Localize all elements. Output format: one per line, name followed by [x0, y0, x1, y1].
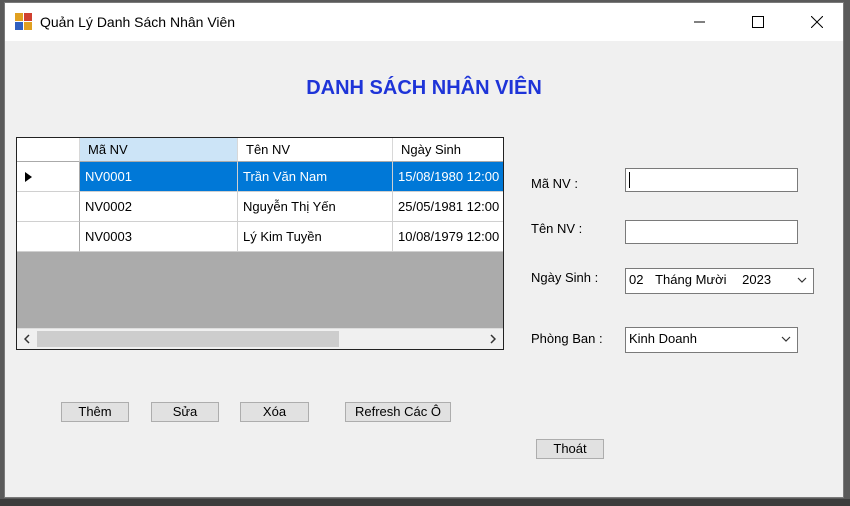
- close-button[interactable]: [794, 3, 840, 41]
- table-row[interactable]: NV0003 Lý Kim Tuyền 10/08/1979 12:00: [17, 222, 503, 252]
- ngay-sinh-label: Ngày Sinh :: [531, 270, 599, 285]
- grid-corner-header: [17, 138, 80, 162]
- cell-ngay[interactable]: 10/08/1979 12:00: [393, 222, 503, 252]
- cell-ten[interactable]: Lý Kim Tuyền: [238, 222, 393, 252]
- date-month[interactable]: Tháng Mười: [655, 272, 726, 287]
- scroll-right-button[interactable]: [484, 330, 502, 348]
- minimize-button[interactable]: [677, 3, 723, 41]
- refresh-button[interactable]: Refresh Các Ô: [345, 402, 451, 422]
- cell-ma[interactable]: NV0001: [80, 162, 238, 192]
- ten-nv-label: Tên NV :: [531, 221, 583, 236]
- xoa-button[interactable]: Xóa: [240, 402, 309, 422]
- column-header-ngay[interactable]: Ngày Sinh: [393, 138, 503, 162]
- maximize-button[interactable]: [735, 3, 781, 41]
- row-header[interactable]: [17, 222, 80, 252]
- page-heading: DANH SÁCH NHÂN VIÊN: [306, 77, 542, 99]
- desktop-background-strip: [0, 499, 850, 506]
- cell-ten[interactable]: Trần Văn Nam: [238, 162, 393, 192]
- cell-ten[interactable]: Nguyễn Thị Yến: [238, 192, 393, 222]
- scroll-thumb[interactable]: [37, 331, 339, 347]
- chevron-down-icon[interactable]: [779, 328, 793, 350]
- thoat-button[interactable]: Thoát: [536, 439, 604, 459]
- row-pointer-icon: [25, 172, 32, 182]
- form-app-icon: [15, 13, 32, 30]
- row-header[interactable]: [17, 162, 80, 192]
- ten-nv-input[interactable]: [625, 220, 798, 244]
- employee-grid[interactable]: Mã NV Tên NV Ngày Sinh NV0001 Trần Văn N…: [16, 137, 504, 350]
- column-header-ten[interactable]: Tên NV: [238, 138, 393, 162]
- ma-nv-label: Mã NV :: [531, 176, 578, 191]
- them-button[interactable]: Thêm: [61, 402, 129, 422]
- ngay-sinh-datepicker[interactable]: 02 Tháng Mười 2023: [625, 268, 814, 294]
- row-header[interactable]: [17, 192, 80, 222]
- maximize-icon: [752, 16, 764, 28]
- ma-nv-input[interactable]: [625, 168, 798, 192]
- cell-ma[interactable]: NV0002: [80, 192, 238, 222]
- date-day[interactable]: 02: [629, 272, 643, 287]
- minimize-icon: [694, 21, 705, 23]
- main-window: Quản Lý Danh Sách Nhân Viên DANH SÁCH NH…: [4, 2, 844, 498]
- table-row[interactable]: NV0001 Trần Văn Nam 15/08/1980 12:00: [17, 162, 503, 192]
- phong-ban-combobox[interactable]: Kinh Doanh: [625, 327, 798, 353]
- window-title: Quản Lý Danh Sách Nhân Viên: [40, 14, 236, 30]
- cell-ngay[interactable]: 25/05/1981 12:00: [393, 192, 503, 222]
- table-row[interactable]: NV0002 Nguyễn Thị Yến 25/05/1981 12:00: [17, 192, 503, 222]
- chevron-right-icon: [490, 334, 496, 344]
- cell-ma[interactable]: NV0003: [80, 222, 238, 252]
- chevron-down-icon[interactable]: [795, 269, 809, 291]
- horizontal-scrollbar[interactable]: [17, 328, 503, 349]
- scroll-left-button[interactable]: [18, 330, 36, 348]
- title-bar: Quản Lý Danh Sách Nhân Viên: [5, 3, 843, 41]
- phong-ban-label: Phòng Ban :: [531, 331, 603, 346]
- phong-ban-value: Kinh Doanh: [629, 331, 697, 346]
- chevron-left-icon: [24, 334, 30, 344]
- close-icon: [811, 16, 823, 28]
- cell-ngay[interactable]: 15/08/1980 12:00: [393, 162, 503, 192]
- date-year[interactable]: 2023: [742, 272, 771, 287]
- text-caret: [629, 172, 630, 188]
- sua-button[interactable]: Sửa: [151, 402, 219, 422]
- column-header-ma[interactable]: Mã NV: [80, 138, 238, 162]
